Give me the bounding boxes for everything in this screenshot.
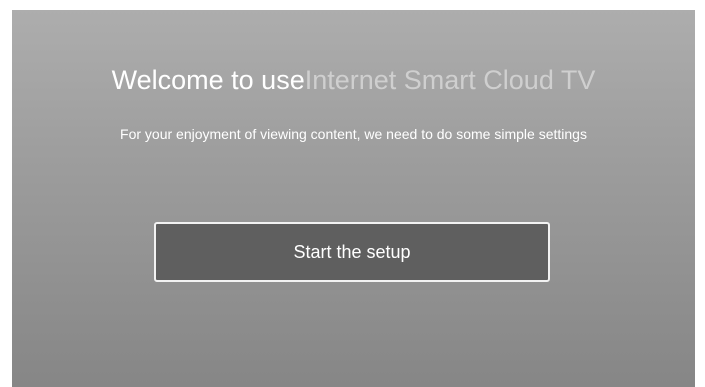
start-setup-button-label: Start the setup: [293, 241, 411, 262]
welcome-subtitle: For your enjoyment of viewing content, w…: [120, 126, 587, 142]
welcome-title-prefix: Welcome to use: [111, 65, 305, 95]
welcome-title: Welcome to useInternet Smart Cloud TV: [12, 62, 695, 98]
start-setup-button[interactable]: Start the setup: [154, 222, 550, 282]
welcome-title-product: Internet Smart Cloud TV: [304, 65, 596, 95]
tv-setup-screen: Welcome to useInternet Smart Cloud TV Fo…: [12, 10, 695, 387]
